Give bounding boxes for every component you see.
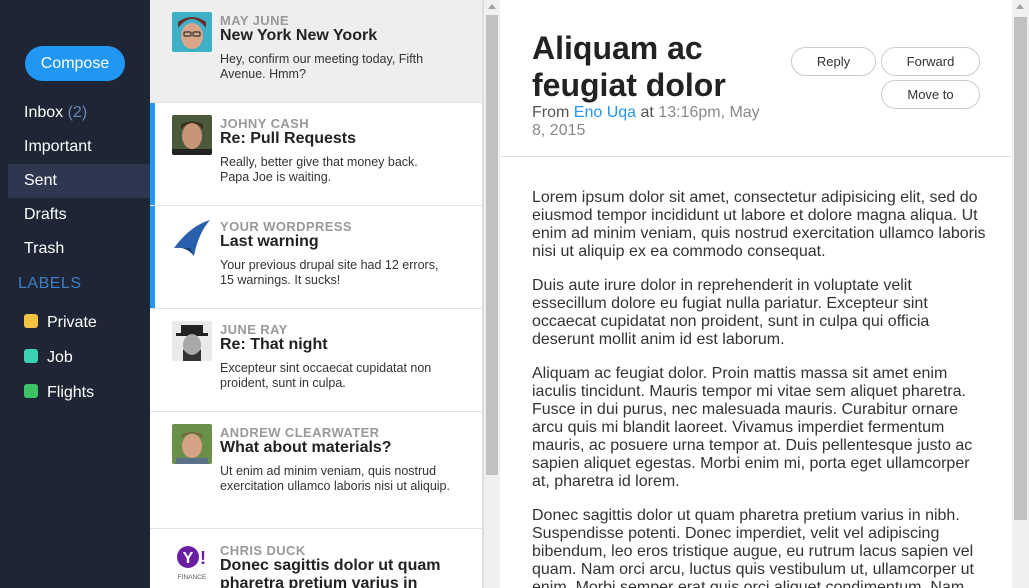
sidebar-item-label: Important: [24, 138, 92, 155]
scroll-up-arrow-icon[interactable]: [1016, 4, 1024, 9]
forward-button[interactable]: Forward: [881, 47, 980, 76]
from-label: From: [532, 104, 570, 121]
sidebar-item-inbox[interactable]: Inbox (2): [8, 96, 150, 130]
email-meta: From Eno Uqa at 13:16pm, May 8, 2015: [532, 104, 762, 140]
message-subject: What about materials?: [220, 439, 392, 456]
message-list: MAY JUNE New York New Yoork Hey, confirm…: [150, 0, 483, 588]
message-sender: JUNE RAY: [220, 322, 288, 337]
sender-link[interactable]: Eno Uqa: [574, 104, 636, 121]
compose-button[interactable]: Compose: [25, 46, 125, 81]
list-item[interactable]: ANDREW CLEARWATER What about materials? …: [150, 412, 482, 529]
list-item[interactable]: JOHNY CASH Re: Pull Requests Really, bet…: [150, 103, 482, 206]
wordpress-logo-icon: [172, 218, 212, 258]
inbox-count-badge: (2): [67, 104, 88, 121]
message-subject: Re: Pull Requests: [220, 130, 357, 147]
list-item[interactable]: MAY JUNE New York New Yoork Hey, confirm…: [150, 0, 482, 103]
sidebar-item-label: Inbox: [24, 104, 64, 121]
body-paragraph: Lorem ipsum dolor sit amet, consectetur …: [532, 189, 986, 260]
label-item-flights[interactable]: Flights: [24, 382, 94, 404]
message-sender: ANDREW CLEARWATER: [220, 425, 380, 440]
reply-button[interactable]: Reply: [791, 47, 876, 76]
scrollbar-thumb[interactable]: [486, 15, 498, 475]
sidebar-item-sent[interactable]: Sent: [8, 164, 150, 198]
avatar: [172, 12, 212, 52]
sidebar-item-label: Sent: [24, 172, 57, 189]
label-name: Private: [47, 314, 97, 331]
body-paragraph: Duis aute irure dolor in reprehenderit i…: [532, 277, 930, 348]
label-name: Flights: [47, 384, 95, 401]
svg-text:!: !: [200, 548, 206, 568]
label-color-swatch: [24, 349, 38, 363]
sidebar: Compose Inbox (2) Important Sent Drafts …: [0, 0, 150, 588]
message-subject: Last warning: [220, 233, 319, 250]
message-sender: CHRIS DUCK: [220, 543, 306, 558]
body-paragraph: Donec sagittis dolor ut quam pharetra pr…: [532, 507, 974, 588]
message-preview: Hey, confirm our meeting today, Fifth Av…: [220, 52, 424, 81]
message-preview: Really, better give that money back. Pap…: [220, 155, 418, 184]
at-label: at: [640, 104, 654, 121]
mail-app: Compose Inbox (2) Important Sent Drafts …: [0, 0, 1029, 588]
message-sender: MAY JUNE: [220, 13, 289, 28]
avatar: [172, 321, 212, 361]
message-preview: Your previous drupal site had 12 errors,…: [220, 258, 439, 287]
list-item[interactable]: JUNE RAY Re: That night Excepteur sint o…: [150, 309, 482, 412]
reading-pane-scrollbar[interactable]: [1012, 0, 1029, 588]
sidebar-item-trash[interactable]: Trash: [8, 232, 150, 266]
label-name: Job: [47, 349, 73, 366]
reading-pane: Aliquam ac feugiat dolor From Eno Uqa at…: [501, 0, 1012, 588]
label-color-swatch: [24, 314, 38, 328]
scroll-up-arrow-icon[interactable]: [488, 4, 496, 9]
message-subject: New York New Yoork: [220, 27, 378, 44]
move-to-button[interactable]: Move to: [881, 80, 980, 109]
sidebar-item-label: Drafts: [24, 206, 67, 223]
body-paragraph: Aliquam ac feugiat dolor. Proin mattis m…: [532, 365, 973, 490]
avatar: [172, 424, 212, 464]
message-preview: Excepteur sint occaecat cupidatat non pr…: [220, 361, 432, 390]
list-item[interactable]: YOUR WORDPRESS Last warning Your previou…: [150, 206, 482, 309]
message-subject: Re: That night: [220, 336, 328, 353]
message-sender: JOHNY CASH: [220, 116, 310, 131]
message-list-scrollbar[interactable]: [483, 0, 500, 588]
message-sender: YOUR WORDPRESS: [220, 219, 353, 234]
label-item-job[interactable]: Job: [24, 347, 73, 369]
label-color-swatch: [24, 384, 38, 398]
svg-text:Y: Y: [183, 550, 194, 567]
sidebar-item-label: Trash: [24, 240, 65, 257]
finance-logo-text: FINANCE: [178, 574, 207, 581]
yahoo-finance-logo-icon: Y! FINANCE: [172, 542, 212, 582]
sidebar-item-drafts[interactable]: Drafts: [8, 198, 150, 232]
scrollbar-thumb[interactable]: [1014, 17, 1027, 520]
header-divider: [501, 156, 1012, 157]
sidebar-item-important[interactable]: Important: [8, 130, 150, 164]
avatar: [172, 115, 212, 155]
message-subject: Donec sagittis dolor ut quam pharetra pr…: [220, 557, 441, 588]
labels-heading: LABELS: [18, 275, 82, 292]
list-item[interactable]: Y! FINANCE CHRIS DUCK Donec sagittis dolo…: [150, 530, 482, 588]
label-item-private[interactable]: Private: [24, 312, 97, 334]
email-body: Lorem ipsum dolor sit amet, consectetur …: [532, 189, 987, 588]
message-preview: Ut enim ad minim veniam, quis nostrud ex…: [220, 464, 450, 493]
email-subject: Aliquam ac feugiat dolor: [532, 30, 726, 103]
